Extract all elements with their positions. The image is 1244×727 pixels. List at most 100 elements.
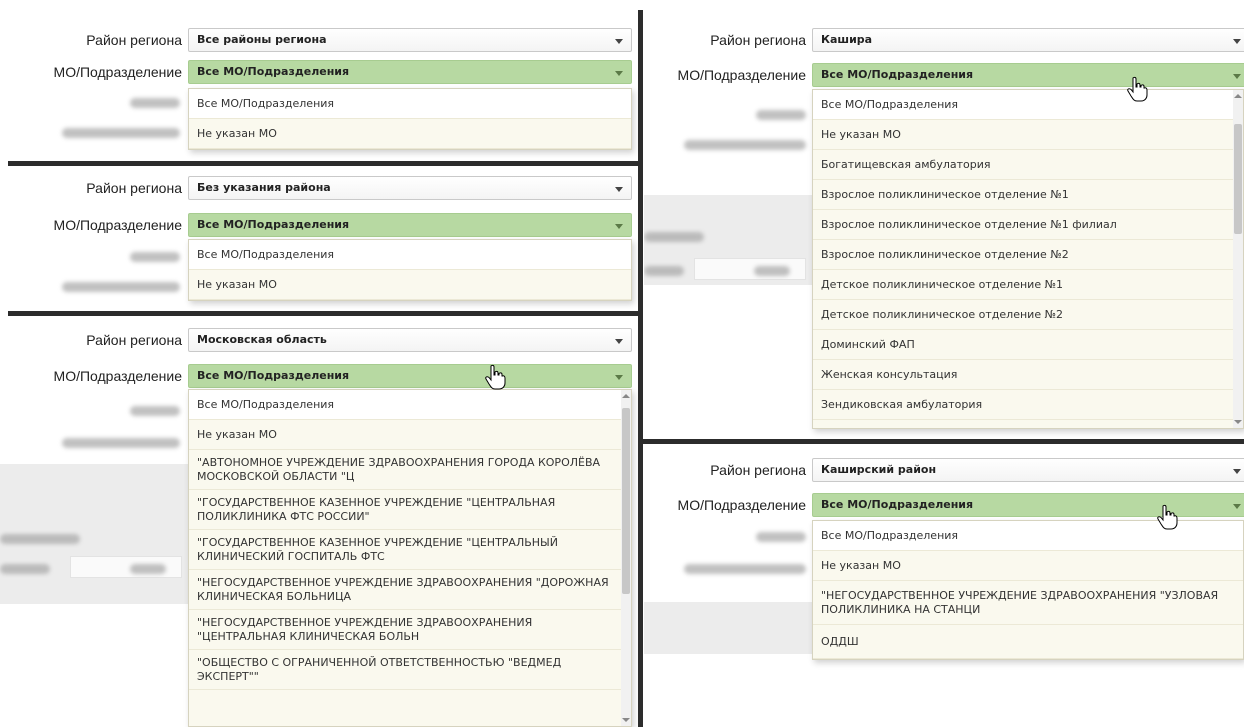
district-row: Район региона Московская область (0, 328, 638, 352)
chevron-down-icon[interactable] (615, 375, 623, 380)
scroll-down-icon[interactable] (1234, 420, 1242, 424)
scroll-up-icon[interactable] (1234, 94, 1242, 98)
chevron-down-icon[interactable] (615, 224, 623, 229)
district-combo[interactable]: Каширский район (812, 458, 1244, 482)
mo-option[interactable]: Не указан МО (813, 120, 1233, 150)
hand-pointer-icon (485, 364, 506, 390)
horizontal-divider (8, 311, 640, 316)
district-label: Район региона (710, 32, 806, 48)
mo-combo[interactable]: Все МО/Подразделения (188, 60, 632, 84)
mo-option[interactable]: "НЕГОСУДАРСТВЕННОЕ УЧРЕЖДЕНИЕ ЗДРАВООХРА… (189, 570, 621, 610)
mo-option[interactable]: Каменский ФАП (813, 420, 1233, 429)
chevron-down-icon[interactable] (615, 339, 623, 344)
blurred-label (754, 266, 790, 276)
district-combo[interactable]: Без указания района (188, 176, 632, 200)
mo-option[interactable]: ОДДШ (813, 625, 1243, 659)
mo-option[interactable]: Доминский ФАП (813, 330, 1233, 360)
district-combo[interactable]: Кашира (812, 28, 1244, 52)
mo-option[interactable]: Взрослое поликлиническое отделение №2 (813, 240, 1233, 270)
mo-option[interactable]: "НЕГОСУДАРСТВЕННОЕ УЧРЕЖДЕНИЕ ЗДРАВООХРА… (813, 581, 1243, 625)
mo-option[interactable]: "АВТОНОМНОЕ УЧРЕЖДЕНИЕ ЗДРАВООХРАНЕНИЯ Г… (189, 450, 621, 490)
panel-kashira: Район региона Кашира МО/Подразделение Вс… (644, 0, 1244, 440)
scroll-up-icon[interactable] (622, 394, 630, 398)
dropdown-scrollbar[interactable] (1233, 90, 1243, 428)
district-label: Район региона (86, 332, 182, 348)
blurred-label (62, 282, 180, 292)
mo-option[interactable]: Взрослое поликлиническое отделение №1 фи… (813, 210, 1233, 240)
blurred-label (756, 110, 806, 120)
mo-dropdown-list[interactable]: Все МО/Подразделения Не указан МО "НЕГОС… (812, 520, 1244, 660)
mo-option[interactable]: Детское поликлиническое отделение №1 (813, 270, 1233, 300)
blurred-label (684, 140, 806, 150)
panel-no-district: Район региона Без указания района МО/Под… (0, 166, 638, 312)
blurred-label (644, 232, 704, 242)
mo-combo[interactable]: Все МО/Подразделения (812, 63, 1244, 87)
district-label: Район региона (710, 462, 806, 478)
panel-moscow-region: Район региона Московская область МО/Подр… (0, 316, 638, 727)
horizontal-divider (642, 439, 1244, 444)
mo-option[interactable]: Все МО/Подразделения (813, 521, 1243, 551)
mo-row: МО/Подразделение Все МО/Подразделения (0, 60, 638, 84)
mo-dropdown-list[interactable]: Все МО/Подразделения Не указан МО Богати… (812, 89, 1244, 429)
scroll-thumb[interactable] (1234, 124, 1242, 234)
blurred-label (0, 564, 50, 574)
chevron-down-icon[interactable] (1233, 39, 1241, 44)
mo-option[interactable]: Не указан МО (189, 270, 631, 300)
chevron-down-icon[interactable] (615, 187, 623, 192)
chevron-down-icon[interactable] (1233, 74, 1241, 79)
mo-option[interactable]: "ОБЩЕСТВО С ОГРАНИЧЕННОЙ ОТВЕТСТВЕННОСТЬ… (189, 650, 621, 690)
blurred-label (684, 564, 806, 574)
scroll-thumb[interactable] (622, 408, 630, 594)
mo-row: МО/Подразделение Все МО/Подразделения (0, 213, 638, 237)
mo-label: МО/Подразделение (53, 368, 182, 384)
mo-combo[interactable]: Все МО/Подразделения (812, 493, 1244, 517)
mo-option[interactable]: Не указан МО (813, 551, 1243, 581)
district-combo[interactable]: Все районы региона (188, 28, 632, 52)
blurred-label (644, 266, 684, 276)
mo-option[interactable]: Зендиковская амбулатория (813, 390, 1233, 420)
district-combo-value: Каширский район (821, 463, 937, 476)
dropdown-scrollbar[interactable] (621, 390, 631, 726)
blurred-label (130, 406, 180, 416)
district-combo[interactable]: Московская область (188, 328, 632, 352)
district-combo-value: Все районы региона (197, 33, 327, 46)
mo-option[interactable]: Взрослое поликлиническое отделение №1 (813, 180, 1233, 210)
mo-dropdown-list[interactable]: Все МО/Подразделения Не указан МО (188, 239, 632, 301)
mo-option[interactable]: Не указан МО (189, 420, 621, 450)
mo-option[interactable]: "ГОСУДАРСТВЕННОЕ КАЗЕННОЕ УЧРЕЖДЕНИЕ "ЦЕ… (189, 530, 621, 570)
background-panel (644, 602, 814, 654)
mo-option[interactable]: Богатищевская амбулатория (813, 150, 1233, 180)
mo-option[interactable]: Все МО/Подразделения (189, 89, 631, 119)
chevron-down-icon[interactable] (615, 39, 623, 44)
blurred-label (756, 532, 806, 542)
mo-option[interactable]: Все МО/Подразделения (813, 90, 1233, 120)
mo-option[interactable]: Все МО/Подразделения (189, 240, 631, 270)
mo-option[interactable]: "ГОСУДАРСТВЕННОЕ КАЗЕННОЕ УЧРЕЖДЕНИЕ "ЦЕ… (189, 490, 621, 530)
horizontal-divider (8, 161, 640, 166)
blurred-label (130, 252, 180, 262)
chevron-down-icon[interactable] (1233, 504, 1241, 509)
mo-combo-value: Все МО/Подразделения (197, 369, 350, 382)
mo-label: МО/Подразделение (53, 64, 182, 80)
district-label: Район региона (86, 32, 182, 48)
mo-option[interactable]: Не указан МО (189, 119, 631, 149)
scroll-down-icon[interactable] (622, 718, 630, 722)
mo-dropdown-list[interactable]: Все МО/Подразделения Не указан МО (188, 88, 632, 150)
mo-label: МО/Подразделение (677, 67, 806, 83)
mo-combo[interactable]: Все МО/Подразделения (188, 364, 632, 388)
mo-row: МО/Подразделение Все МО/Подразделения (644, 63, 1244, 87)
hand-pointer-icon (1127, 76, 1148, 102)
mo-option[interactable]: Детское поликлиническое отделение №2 (813, 300, 1233, 330)
mo-row: МО/Подразделение Все МО/Подразделения (644, 493, 1244, 517)
blurred-label (62, 438, 180, 448)
mo-dropdown-list[interactable]: Все МО/Подразделения Не указан МО "АВТОН… (188, 389, 632, 727)
chevron-down-icon[interactable] (1233, 469, 1241, 474)
mo-option[interactable]: Все МО/Подразделения (189, 390, 621, 420)
mo-option[interactable]: Женская консультация (813, 360, 1233, 390)
mo-option[interactable]: "НЕГОСУДАРСТВЕННОЕ УЧРЕЖДЕНИЕ ЗДРАВООХРА… (189, 610, 621, 650)
chevron-down-icon[interactable] (615, 71, 623, 76)
district-label: Район региона (86, 180, 182, 196)
blurred-label (130, 564, 166, 574)
mo-combo[interactable]: Все МО/Подразделения (188, 213, 632, 237)
mo-label: МО/Подразделение (53, 217, 182, 233)
